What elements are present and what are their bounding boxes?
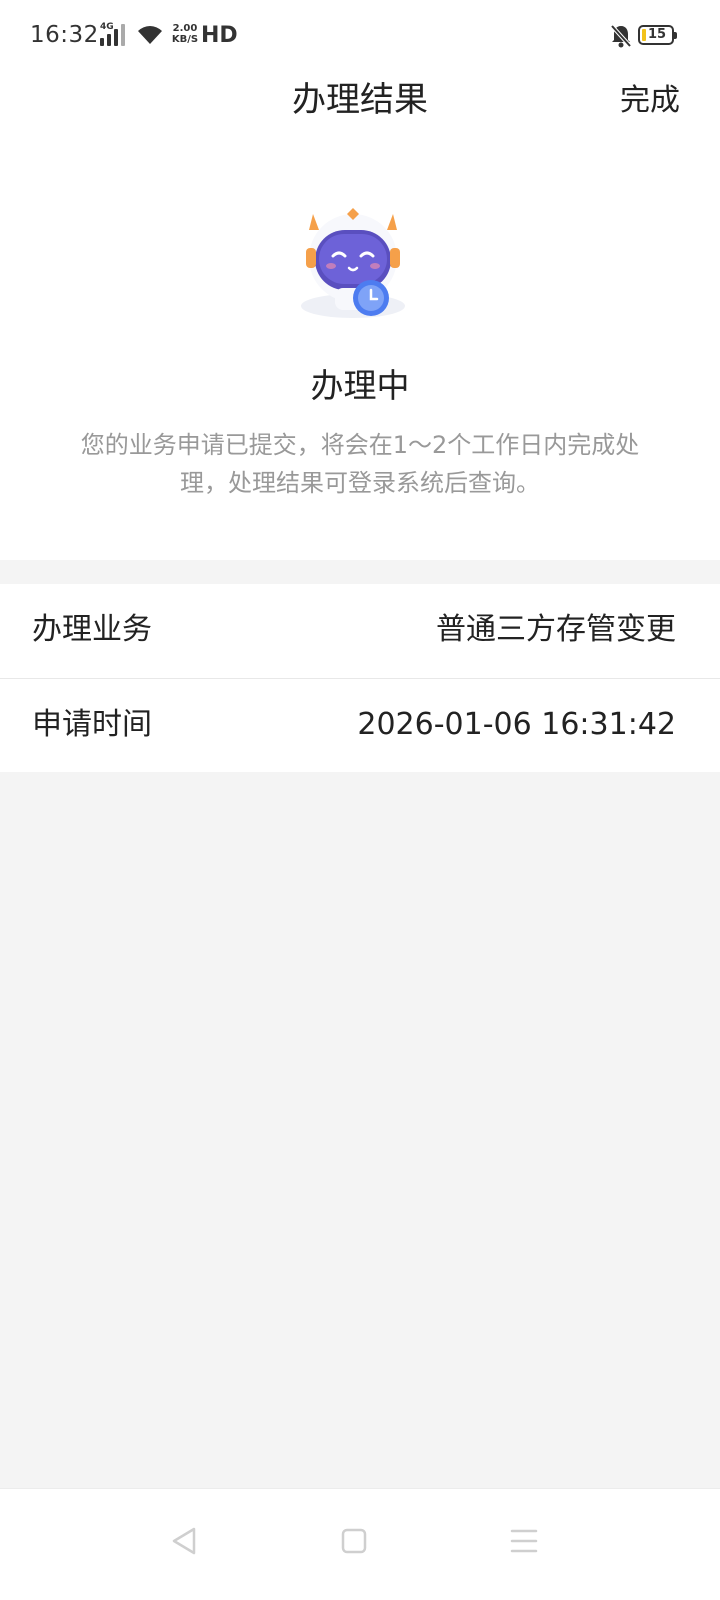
speed-unit: KB/S bbox=[171, 34, 199, 45]
robot-mascot-clock-icon bbox=[301, 208, 405, 318]
done-button[interactable]: 完成 bbox=[620, 80, 680, 122]
battery-level: 15 bbox=[648, 27, 667, 42]
menu-lines-icon[interactable] bbox=[504, 1521, 544, 1561]
bell-muted-icon bbox=[610, 24, 632, 48]
speed-value: 2.00 bbox=[172, 23, 198, 34]
top-app-bar: 办理结果 完成 bbox=[0, 72, 720, 142]
info-label: 办理业务 bbox=[32, 612, 152, 647]
info-label: 申请时间 bbox=[32, 707, 152, 742]
result-card: 办理中 您的业务申请已提交，将会在1～2个工作日内完成处理，处理结果可登录系统后… bbox=[0, 142, 720, 560]
app-screen: 16:32 4G 2.00 KB/S HD 15 办理结果 完成 办理中 您的业… bbox=[0, 0, 720, 1600]
back-triangle-icon[interactable] bbox=[166, 1521, 206, 1561]
system-nav-bar bbox=[0, 1488, 720, 1600]
info-row-apply-time: 申请时间 2026-01-06 16:31:42 bbox=[0, 678, 720, 772]
home-square-icon[interactable] bbox=[334, 1521, 374, 1561]
info-row-business: 办理业务 普通三方存管变更 bbox=[0, 584, 720, 678]
network-type-label: 4G bbox=[100, 22, 114, 32]
info-value: 2026-01-06 16:31:42 bbox=[357, 707, 676, 742]
info-value: 普通三方存管变更 bbox=[436, 612, 676, 647]
info-list: 办理业务 普通三方存管变更 申请时间 2026-01-06 16:31:42 bbox=[0, 584, 720, 772]
wifi-icon bbox=[138, 26, 162, 44]
page-title: 办理结果 bbox=[292, 80, 428, 120]
hd-indicator: HD bbox=[201, 23, 238, 48]
status-bar: 16:32 4G 2.00 KB/S HD 15 bbox=[0, 0, 720, 72]
network-speed: 2.00 KB/S bbox=[171, 23, 199, 45]
status-description: 您的业务申请已提交，将会在1～2个工作日内完成处理，处理结果可登录系统后查询。 bbox=[80, 431, 640, 497]
status-time: 16:32 bbox=[30, 22, 99, 48]
battery-icon: 15 bbox=[638, 25, 677, 45]
cellular-signal-icon: 4G bbox=[100, 22, 130, 48]
battery-fill bbox=[642, 29, 646, 41]
status-title: 办理中 bbox=[310, 366, 410, 405]
